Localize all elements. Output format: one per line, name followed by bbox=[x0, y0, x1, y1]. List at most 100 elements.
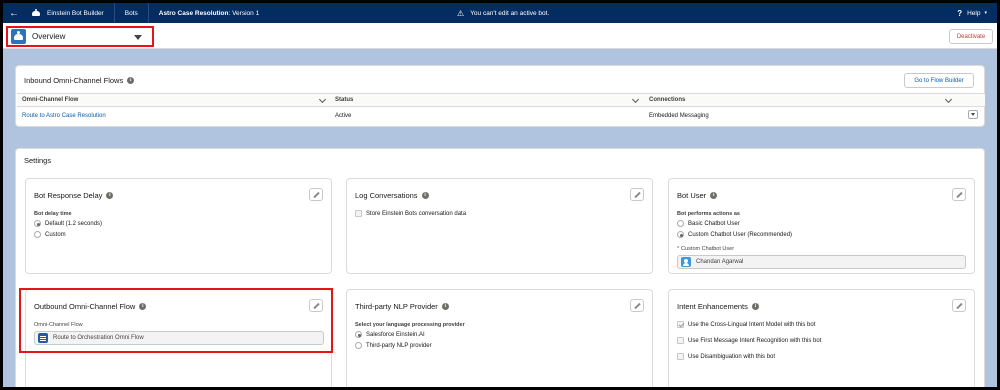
bot-response-delay-card: Bot Response Delay i Bot delay time Defa… bbox=[25, 178, 332, 274]
deactivate-button[interactable]: Deactivate bbox=[949, 29, 993, 44]
flow-connections: Embedded Messaging bbox=[649, 113, 709, 119]
flow-icon bbox=[38, 333, 48, 343]
radio-einstein-ai[interactable]: Salesforce Einstein.AI bbox=[355, 331, 425, 338]
first-message-checkbox[interactable]: Use First Message Intent Recognition wit… bbox=[677, 337, 821, 344]
radio-third-party-nlp[interactable]: Third-party NLP provider bbox=[355, 342, 432, 349]
radio-basic-chatbot-user[interactable]: Basic Chatbot User bbox=[677, 220, 740, 227]
log-conversations-card: Log Conversations i Store Einstein Bots … bbox=[346, 178, 653, 274]
table-header: Omni-Channel Flow Status Connections bbox=[17, 93, 985, 107]
info-icon[interactable]: i bbox=[106, 192, 114, 199]
chevron-down-icon[interactable] bbox=[318, 95, 327, 104]
chevron-down-icon bbox=[134, 35, 142, 40]
checkbox-checked-icon bbox=[677, 321, 684, 328]
custom-chatbot-user-value: Chandan Agarwal bbox=[696, 259, 744, 265]
edit-pencil-icon[interactable] bbox=[952, 188, 966, 201]
custom-chatbot-user-field[interactable]: Chandan Agarwal bbox=[677, 255, 966, 269]
row-actions-menu[interactable] bbox=[968, 110, 978, 119]
info-icon[interactable]: i bbox=[139, 303, 147, 310]
edit-pencil-icon[interactable] bbox=[630, 299, 644, 312]
nlp-provider-title: Third-party NLP Provider i bbox=[355, 302, 449, 311]
log-conversations-title-text: Log Conversations bbox=[355, 191, 418, 200]
omni-channel-flow-label: Omni-Channel Flow bbox=[34, 322, 83, 328]
bot-user-title: Bot User i bbox=[677, 191, 718, 200]
outbound-flow-title-text: Outbound Omni-Channel Flow bbox=[34, 302, 136, 311]
omni-channel-flow-field[interactable]: Route to Orchestration Omni Flow bbox=[34, 331, 324, 345]
radio-selected-icon bbox=[34, 220, 41, 227]
radio-unselected-icon bbox=[34, 231, 41, 238]
radio-unselected-icon bbox=[355, 342, 362, 349]
edit-pencil-icon[interactable] bbox=[952, 299, 966, 312]
chevron-down-icon[interactable] bbox=[631, 95, 640, 104]
intent-enhancements-title: Intent Enhancements i bbox=[677, 302, 759, 311]
info-icon[interactable]: i bbox=[710, 192, 718, 199]
bot-response-delay-title-text: Bot Response Delay bbox=[34, 191, 103, 200]
edit-pencil-icon[interactable] bbox=[309, 188, 323, 201]
edit-pencil-icon[interactable] bbox=[309, 299, 323, 312]
bot-title: Astro Case Resolution : Version 1 bbox=[147, 3, 269, 23]
flow-status: Active bbox=[335, 113, 352, 119]
radio-custom-delay-label: Custom bbox=[45, 231, 66, 238]
info-icon[interactable]: i bbox=[421, 192, 429, 199]
view-picker-label: Overview bbox=[32, 32, 66, 41]
store-conversation-checkbox[interactable]: Store Einstein Bots conversation data bbox=[355, 210, 466, 217]
bot-user-title-text: Bot User bbox=[677, 191, 707, 200]
settings-card: Settings Bot Response Delay i Bot delay … bbox=[15, 148, 985, 387]
bot-response-delay-title: Bot Response Delay i bbox=[34, 191, 114, 200]
column-header-status[interactable]: Status bbox=[335, 94, 353, 106]
cross-lingual-checkbox[interactable]: Use the Cross-Lingual Intent Model with … bbox=[677, 321, 815, 328]
info-icon[interactable]: i bbox=[127, 77, 135, 84]
edit-pencil-icon[interactable] bbox=[630, 188, 644, 201]
radio-default-delay[interactable]: Default (1.2 seconds) bbox=[34, 220, 102, 227]
inbound-flows-title: Inbound Omni-Channel Flows i bbox=[24, 76, 135, 85]
custom-chatbot-user-label-text: Custom Chatbot User bbox=[681, 246, 735, 252]
radio-custom-chatbot-user-label: Custom Chatbot User (Recommended) bbox=[688, 231, 793, 238]
view-picker[interactable]: Overview bbox=[6, 26, 154, 47]
outbound-flow-title: Outbound Omni-Channel Flow i bbox=[34, 302, 147, 311]
custom-chatbot-user-label: * Custom Chatbot User bbox=[677, 246, 734, 252]
warning-icon: ⚠ bbox=[457, 8, 465, 18]
back-arrow-icon[interactable]: ← bbox=[3, 3, 25, 23]
readonly-warning: ⚠ You can't edit an active bot. bbox=[457, 3, 549, 23]
app-frame: ← Einstein Bot Builder Bots Astro Case R… bbox=[0, 0, 1000, 390]
radio-einstein-ai-label: Salesforce Einstein.AI bbox=[366, 331, 425, 338]
chevron-down-icon[interactable] bbox=[944, 95, 953, 104]
builder-toolbar: Overview Deactivate bbox=[3, 23, 997, 49]
nlp-provider-field-label: Select your language processing provider bbox=[355, 322, 465, 328]
disambiguation-checkbox[interactable]: Use Disambiguation with this bot bbox=[677, 353, 775, 360]
nav-bots[interactable]: Bots bbox=[113, 3, 148, 23]
radio-selected-icon bbox=[355, 331, 362, 338]
omni-channel-flow-value: Route to Orchestration Omni Flow bbox=[53, 335, 144, 341]
store-conversation-label: Store Einstein Bots conversation data bbox=[366, 210, 467, 217]
flow-link[interactable]: Route to Astro Case Resolution bbox=[22, 113, 106, 119]
go-to-flow-builder-button[interactable]: Go to Flow Builder bbox=[904, 73, 974, 88]
bot-icon bbox=[11, 29, 26, 44]
global-header: ← Einstein Bot Builder Bots Astro Case R… bbox=[3, 3, 997, 23]
app-name[interactable]: Einstein Bot Builder bbox=[25, 3, 114, 23]
radio-custom-delay[interactable]: Custom bbox=[34, 231, 66, 238]
radio-third-party-nlp-label: Third-party NLP provider bbox=[366, 342, 432, 349]
user-icon bbox=[681, 257, 691, 267]
chevron-down-icon: ▾ bbox=[984, 10, 987, 16]
cross-lingual-label: Use the Cross-Lingual Intent Model with … bbox=[688, 321, 816, 328]
checkbox-icon bbox=[677, 353, 684, 360]
inbound-flows-card: Inbound Omni-Channel Flows i Go to Flow … bbox=[15, 65, 985, 127]
bot-delay-time-label: Bot delay time bbox=[34, 211, 72, 217]
inbound-flows-title-text: Inbound Omni-Channel Flows bbox=[24, 76, 124, 85]
column-header-flow[interactable]: Omni-Channel Flow bbox=[22, 94, 78, 106]
help-menu[interactable]: ? Help ▾ bbox=[957, 3, 987, 23]
radio-basic-chatbot-user-label: Basic Chatbot User bbox=[688, 220, 740, 227]
radio-custom-chatbot-user[interactable]: Custom Chatbot User (Recommended) bbox=[677, 231, 792, 238]
help-icon: ? bbox=[957, 8, 963, 18]
info-icon[interactable]: i bbox=[441, 303, 449, 310]
required-asterisk: * bbox=[677, 246, 680, 252]
radio-unselected-icon bbox=[677, 220, 684, 227]
readonly-warning-text: You can't edit an active bot. bbox=[470, 9, 550, 17]
app-name-label: Einstein Bot Builder bbox=[47, 9, 104, 17]
radio-selected-icon bbox=[677, 231, 684, 238]
checkbox-icon bbox=[677, 337, 684, 344]
bot-title-name: Astro Case Resolution bbox=[158, 9, 229, 17]
bot-title-version: : Version 1 bbox=[228, 9, 260, 17]
help-label: Help bbox=[967, 9, 981, 17]
column-header-connections[interactable]: Connections bbox=[649, 94, 685, 106]
info-icon[interactable]: i bbox=[751, 303, 759, 310]
